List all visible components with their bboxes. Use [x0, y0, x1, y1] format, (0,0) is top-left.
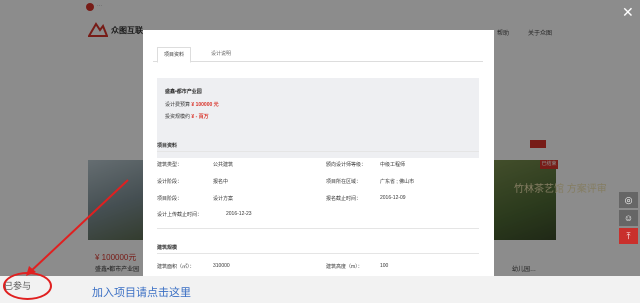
height-value: 100: [380, 263, 389, 269]
field-label: 颁向设计师等级：: [326, 162, 367, 168]
field-value: 中级工程师: [380, 162, 406, 168]
investment-row: 投资规模约 ¥ - 百万: [165, 113, 209, 120]
annotation-circle: [3, 272, 52, 300]
close-icon[interactable]: ✕: [622, 4, 634, 21]
join-project-link[interactable]: 加入项目请点击这里: [92, 284, 191, 300]
area-label: 建筑面积（㎡）：: [157, 264, 195, 270]
right-toolbar: ◎ ☺ ⤒: [619, 192, 638, 246]
divider: [157, 228, 479, 229]
project-detail-modal: 项目资料 设计说明 盛鑫•都市产业园 设计费预算 ¥ 100000 元 投资规模…: [143, 30, 494, 303]
field-value: 公共建筑: [213, 162, 234, 168]
height-label: 建筑高度（m）：: [326, 264, 363, 270]
back-to-top-icon[interactable]: ⤒: [619, 228, 638, 244]
field-label: 设计上传截止时间：: [157, 212, 203, 218]
field-label: 项目阶段：: [157, 196, 183, 202]
investment-value: ¥ - 百万: [191, 114, 209, 120]
divider: [157, 151, 479, 152]
budget-row: 设计费预算 ¥ 100000 元: [165, 101, 219, 108]
area-value: 310000: [213, 263, 230, 269]
field-label: 项目所在区域：: [326, 179, 362, 185]
investment-label: 投资规模约: [165, 114, 191, 120]
divider: [157, 253, 479, 254]
field-label: 报名截止时间：: [326, 196, 362, 202]
section-building-scale: 建筑规模: [157, 245, 178, 251]
field-label: 建筑类型：: [157, 162, 183, 168]
tab-bar: 项目资料 设计说明: [153, 47, 483, 63]
field-value: 设计方案: [213, 196, 234, 202]
field-value: 广东省 ; 佛山市: [380, 179, 415, 185]
tab-design-notes[interactable]: 设计说明: [205, 47, 237, 61]
field-value: 2016-12-23: [226, 211, 252, 217]
user-icon[interactable]: ☺: [619, 210, 638, 226]
project-summary: 盛鑫•都市产业园 设计费预算 ¥ 100000 元 投资规模约 ¥ - 百万: [157, 78, 479, 158]
wechat-icon[interactable]: ◎: [619, 192, 638, 208]
budget-label: 设计费预算: [165, 102, 191, 108]
field-value: 2016-12-09: [380, 195, 406, 201]
field-value: 报名中: [213, 179, 229, 185]
budget-value: ¥ 100000 元: [191, 102, 219, 108]
tab-project-info[interactable]: 项目资料: [157, 47, 192, 63]
section-project-info: 项目资料: [157, 143, 178, 149]
field-label: 设计阶段：: [157, 179, 183, 185]
project-title: 盛鑫•都市产业园: [165, 89, 202, 95]
